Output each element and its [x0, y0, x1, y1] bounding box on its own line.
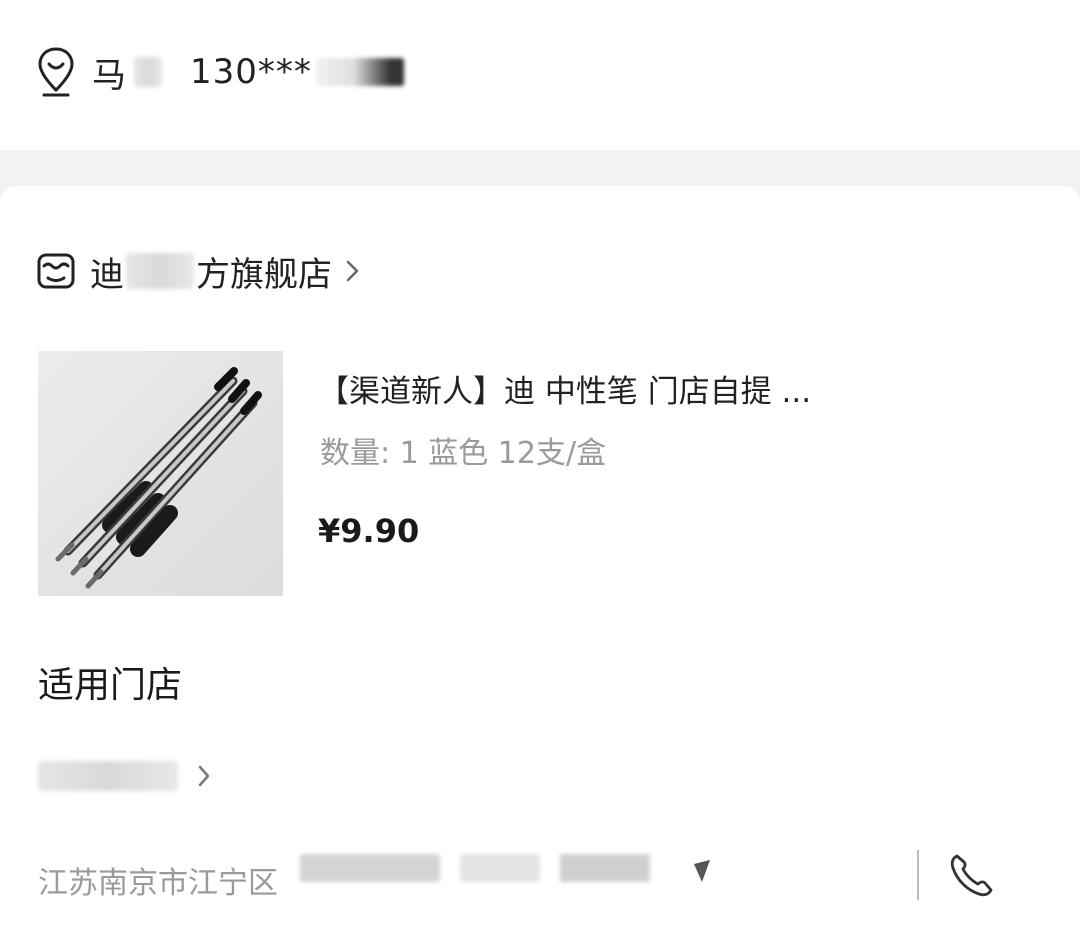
product-image[interactable]: [38, 351, 283, 596]
applicable-stores-heading: 适用门店: [38, 665, 183, 706]
shop-name-start: 迪: [90, 254, 124, 295]
redacted-shop-name: [126, 253, 194, 289]
pens-illustration: [55, 367, 262, 589]
order-card: 迪 方旗舰店 【渠道新人】迪 中性笔 门店自提 ... 数量: 1 蓝色 12支…: [0, 186, 1080, 934]
redacted-name: [134, 57, 162, 87]
store-link[interactable]: [38, 758, 212, 794]
recipient-name: 马: [92, 55, 126, 96]
recipient-row[interactable]: 马 130***: [36, 42, 404, 102]
shipping-address-card[interactable]: 马 130***: [0, 0, 1080, 150]
shop-icon: [37, 253, 75, 289]
redacted-store-name: [38, 761, 178, 791]
shop-name-end: 方旗舰店: [196, 254, 332, 295]
store-address: 江苏南京市江宁区: [38, 866, 278, 901]
recipient-phone: 130***: [190, 52, 312, 92]
product-spec: 数量: 1 蓝色 12支/盒: [320, 436, 607, 471]
shop-link[interactable]: 迪 方旗舰店: [36, 246, 362, 296]
phone-icon[interactable]: [945, 850, 997, 902]
location-pin-icon: [38, 47, 74, 97]
product-title[interactable]: 【渠道新人】迪 中性笔 门店自提 ...: [318, 366, 1028, 411]
chevron-right-icon: [346, 260, 359, 282]
divider: [917, 850, 919, 900]
chevron-right-icon: [198, 765, 210, 787]
product-price: ¥9.90: [318, 512, 420, 550]
redacted-address: [300, 848, 720, 888]
redacted-phone: [315, 58, 404, 86]
navigate-arrow-icon: [694, 860, 710, 882]
